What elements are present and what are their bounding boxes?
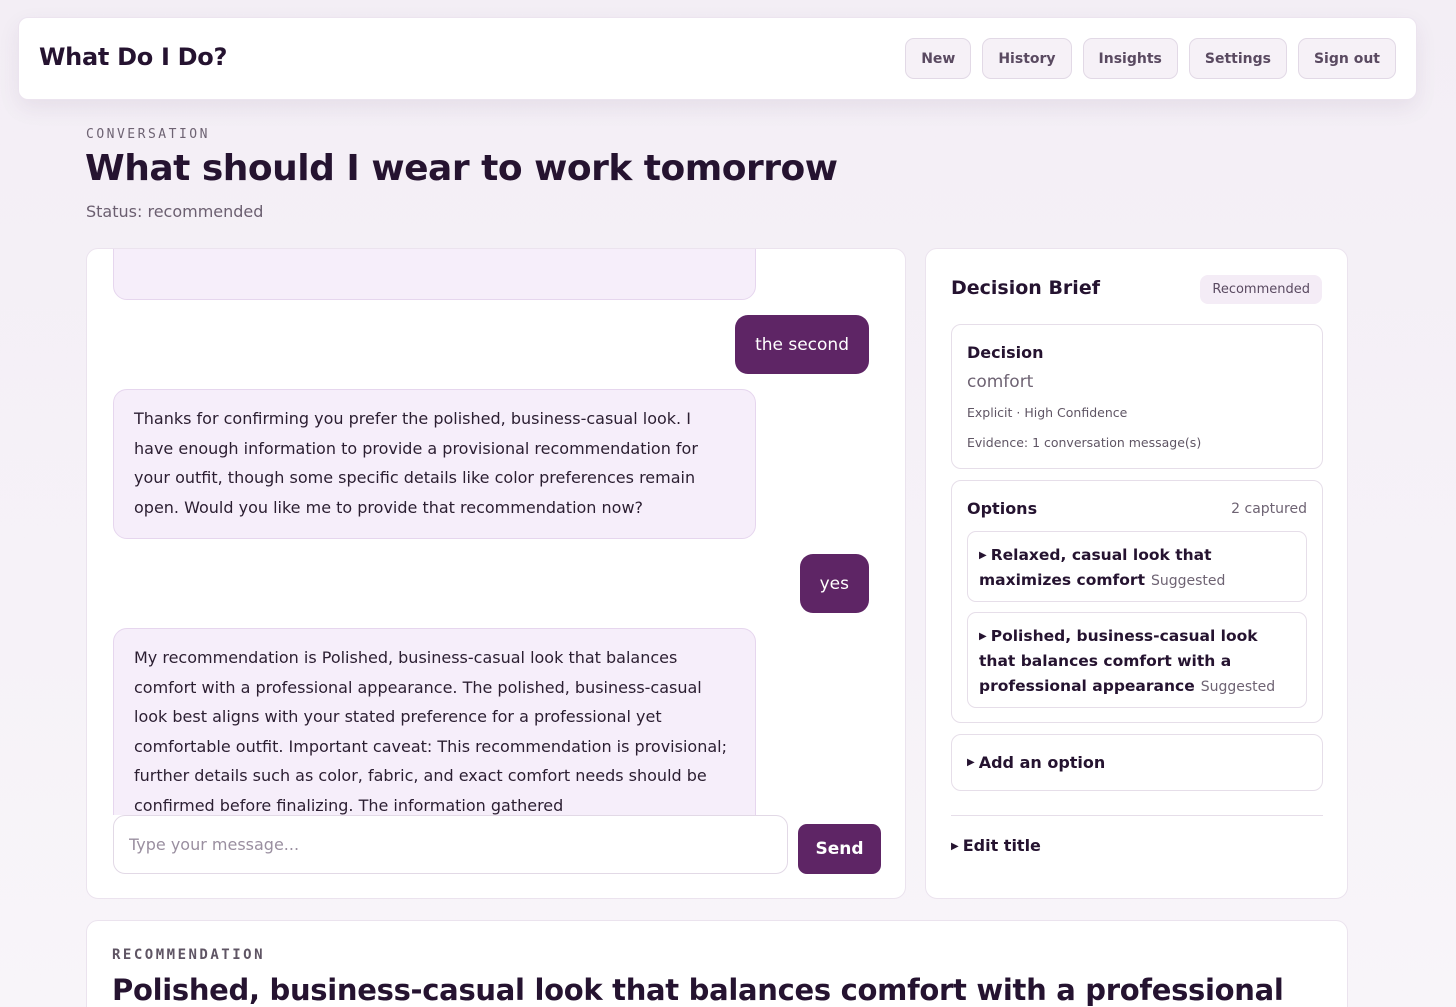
nav-new-button[interactable]: New [905, 38, 972, 79]
recommendation-panel: RECOMMENDATION Polished, business-casual… [86, 920, 1348, 1007]
send-button[interactable]: Send [798, 824, 881, 874]
chat-messages[interactable]: the second Thanks for confirming you pre… [87, 249, 905, 815]
assistant-message: My recommendation is Polished, business-… [113, 628, 756, 815]
add-option-label: Add an option [978, 753, 1106, 772]
chat-panel: the second Thanks for confirming you pre… [86, 248, 906, 899]
edit-title-toggle[interactable]: ▶ Edit title [951, 836, 1041, 855]
decision-confidence: Explicit · High Confidence [967, 405, 1128, 420]
decision-section: Decision comfort Explicit · High Confide… [951, 324, 1323, 469]
decision-evidence: Evidence: 1 conversation message(s) [967, 435, 1202, 450]
status-text: Status: recommended [86, 202, 264, 221]
divider [951, 815, 1323, 816]
recommendation-eyebrow: RECOMMENDATION [112, 947, 266, 963]
nav-history-button[interactable]: History [982, 38, 1072, 79]
conversation-eyebrow: CONVERSATION [86, 127, 210, 142]
user-message: the second [735, 315, 869, 374]
decision-label: Decision [967, 343, 1044, 362]
decision-brief-panel: Decision Brief Recommended Decision comf… [925, 248, 1348, 899]
status-badge: Recommended [1200, 275, 1322, 304]
add-option-toggle[interactable]: ▶ Add an option [951, 734, 1323, 791]
options-section: Options 2 captured ▶ Relaxed, casual look… [951, 480, 1323, 723]
disclosure-triangle-icon: ▶ [967, 757, 975, 768]
assistant-message-partial [113, 249, 756, 300]
option-item[interactable]: ▶ Polished, business-casual look that bal… [967, 612, 1307, 708]
options-label: Options [967, 499, 1038, 518]
option-tag: Suggested [1150, 573, 1226, 589]
sign-out-button[interactable]: Sign out [1297, 38, 1396, 79]
app-title: What Do I Do? [39, 43, 228, 71]
message-input[interactable] [113, 815, 788, 874]
page-title: What should I wear to work tomorrow [85, 148, 838, 189]
recommendation-title: Polished, business-casual look that bala… [112, 973, 1284, 1007]
decision-brief-title: Decision Brief [951, 277, 1100, 299]
disclosure-triangle-icon: ▶ [979, 550, 987, 561]
option-item[interactable]: ▶ Relaxed, casual look that maximizes com… [967, 531, 1307, 602]
decision-value: comfort [967, 372, 1034, 392]
main-nav: New History Insights Settings Sign out [905, 38, 1396, 79]
user-message: yes [799, 554, 869, 613]
edit-title-label: Edit title [962, 836, 1041, 855]
options-count: 2 captured [1231, 501, 1307, 517]
assistant-message: Thanks for confirming you prefer the pol… [113, 389, 756, 539]
nav-insights-button[interactable]: Insights [1082, 38, 1178, 79]
option-tag: Suggested [1200, 679, 1276, 695]
disclosure-triangle-icon: ▶ [951, 841, 959, 852]
top-bar: What Do I Do? New History Insights Setti… [18, 17, 1417, 100]
message-composer: Send [113, 815, 881, 875]
nav-settings-button[interactable]: Settings [1188, 38, 1287, 79]
disclosure-triangle-icon: ▶ [979, 631, 987, 642]
